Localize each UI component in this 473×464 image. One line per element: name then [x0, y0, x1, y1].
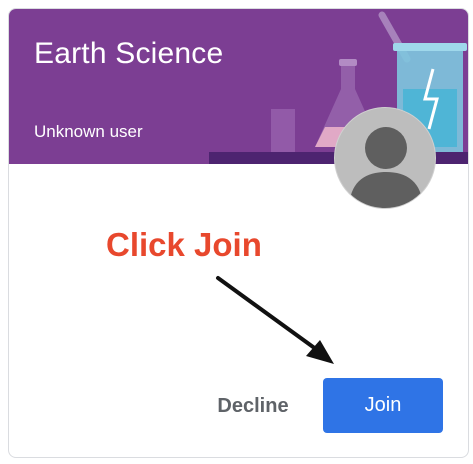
join-button[interactable]: Join	[323, 378, 443, 433]
decline-button[interactable]: Decline	[196, 380, 310, 432]
